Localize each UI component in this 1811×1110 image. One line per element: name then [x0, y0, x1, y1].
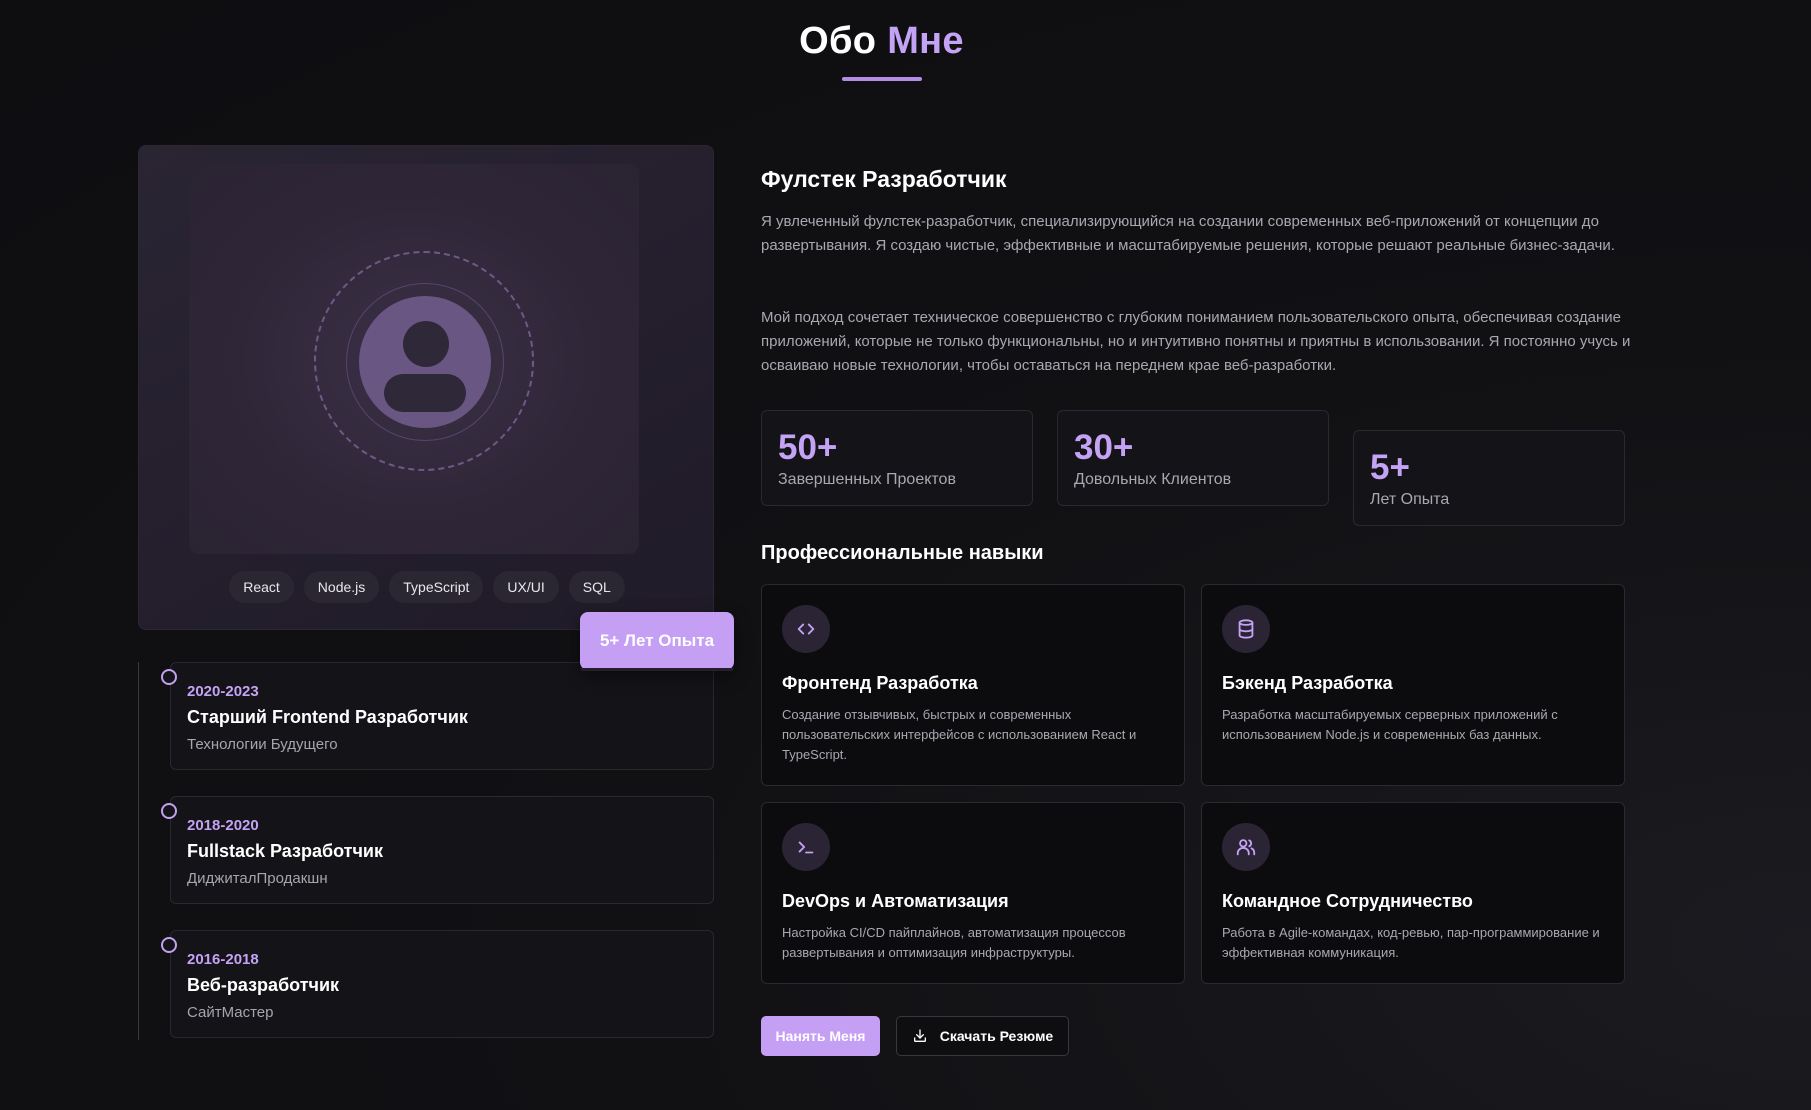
- timeline-dot: [161, 669, 177, 685]
- terminal-icon: [782, 823, 830, 871]
- stat-card-experience: 5+ Лет Опыта: [1353, 430, 1625, 526]
- stat-value: 50+: [778, 428, 838, 467]
- download-resume-button[interactable]: Скачать Резюме: [896, 1016, 1069, 1056]
- code-icon: [782, 605, 830, 653]
- tech-tag-uxui: UX/UI: [493, 571, 559, 603]
- download-resume-label: Скачать Резюме: [939, 1028, 1054, 1044]
- user-avatar-icon: [359, 296, 491, 428]
- timeline-company: СайтМастер: [187, 1004, 274, 1021]
- timeline-line: [138, 662, 139, 1040]
- skill-description: Создание отзывчивых, быстрых и современн…: [782, 707, 1137, 762]
- timeline-role: Fullstack Разработчик: [187, 841, 383, 861]
- timeline-period: 2016-2018: [187, 951, 259, 968]
- timeline-company: ДиджиталПродакшн: [187, 870, 328, 887]
- bio-paragraph: Я увлеченный фулстек-разработчик, специа…: [761, 213, 1615, 254]
- stat-card-clients: 30+ Довольных Клиентов: [1057, 410, 1329, 506]
- stat-value: 30+: [1074, 428, 1134, 467]
- title-underline: [842, 77, 922, 81]
- skill-card-backend: Бэкенд Разработка Разработка масштабируе…: [1201, 584, 1625, 786]
- stat-card-projects: 50+ Завершенных Проектов: [761, 410, 1033, 506]
- skill-name: Бэкенд Разработка: [1222, 673, 1393, 693]
- hire-me-button[interactable]: Нанять Меня: [761, 1016, 880, 1056]
- skill-name: Командное Сотрудничество: [1222, 891, 1473, 911]
- download-icon: [913, 1029, 926, 1042]
- skill-name: DevOps и Автоматизация: [782, 891, 1009, 911]
- timeline-period: 2020-2023: [187, 683, 259, 700]
- experience-badge: 5+ Лет Опыта: [580, 612, 734, 671]
- tech-tag-nodejs: Node.js: [303, 571, 380, 603]
- database-icon: [1222, 605, 1270, 653]
- profile-card: React Node.js TypeScript UX/UI SQL: [138, 145, 714, 630]
- timeline-role: Веб-разработчик: [187, 975, 340, 995]
- skill-description: Настройка CI/CD пайплайнов, автоматизаци…: [782, 925, 1126, 960]
- timeline-role: Старший Frontend Разработчик: [187, 707, 468, 727]
- skills-title: Профессиональные навыки: [761, 542, 1044, 564]
- avatar-head: [403, 321, 449, 367]
- skill-card-teamwork: Командное Сотрудничество Работа в Agile-…: [1201, 802, 1625, 984]
- stat-label: Лет Опыта: [1370, 491, 1450, 508]
- tech-tag-typescript: TypeScript: [389, 571, 484, 603]
- skill-description: Разработка масштабируемых серверных прил…: [1222, 707, 1558, 742]
- tech-tags: React Node.js TypeScript UX/UI SQL: [139, 571, 715, 603]
- timeline-company: Технологии Будущего: [187, 736, 338, 753]
- timeline-item: 2020-2023 Старший Frontend Разработчик Т…: [161, 662, 714, 770]
- timeline-dot: [161, 937, 177, 953]
- section-title-part1: Обо: [799, 20, 877, 62]
- stat-label: Довольных Клиентов: [1074, 471, 1232, 488]
- tech-tag-sql: SQL: [568, 571, 625, 603]
- tech-tag-react: React: [229, 571, 294, 603]
- timeline-dot: [161, 803, 177, 819]
- skill-card-devops: DevOps и Автоматизация Настройка CI/CD п…: [761, 802, 1185, 984]
- stat-label: Завершенных Проектов: [778, 471, 956, 488]
- skill-description: Работа в Agile-командах, код-ревью, пар-…: [1222, 925, 1600, 960]
- timeline-item: 2016-2018 Веб-разработчик СайтМастер: [161, 930, 714, 1038]
- role-title: Фулстек Разработчик: [761, 166, 1007, 192]
- section-title-accent: Мне: [887, 20, 964, 62]
- bio-paragraph: Мой подход сочетает техническое совершен…: [761, 309, 1631, 374]
- stat-value: 5+: [1370, 448, 1410, 487]
- users-icon: [1222, 823, 1270, 871]
- skill-card-frontend: Фронтенд Разработка Создание отзывчивых,…: [761, 584, 1185, 786]
- skill-name: Фронтенд Разработка: [782, 673, 978, 693]
- timeline-item: 2018-2020 Fullstack Разработчик Диджитал…: [161, 796, 714, 904]
- section-title: Обо Мне: [0, 20, 1763, 63]
- timeline-period: 2018-2020: [187, 817, 259, 834]
- avatar-body: [384, 374, 466, 412]
